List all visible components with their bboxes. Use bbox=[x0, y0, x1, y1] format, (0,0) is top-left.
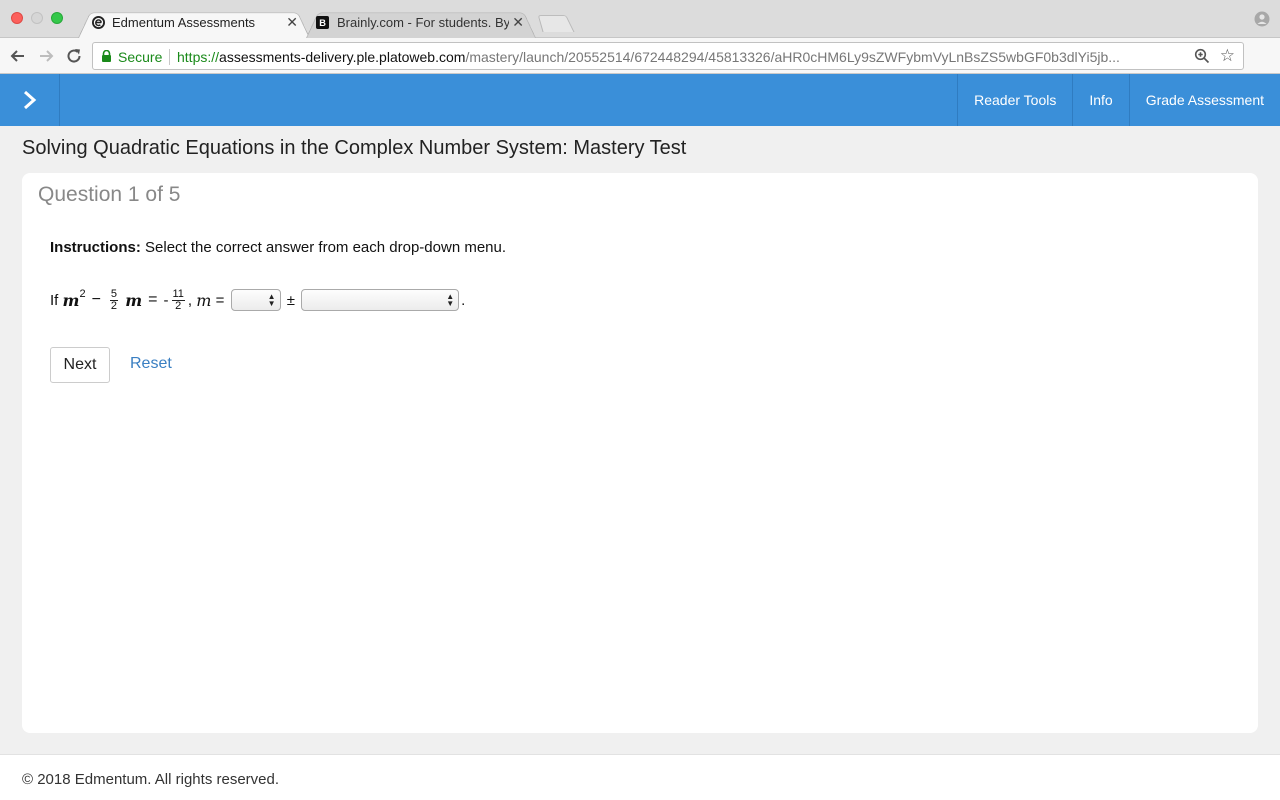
equation-variable: m bbox=[125, 290, 143, 310]
tab-close-icon[interactable]: ✕ bbox=[286, 14, 298, 31]
instructions: Instructions: Select the correct answer … bbox=[50, 239, 506, 256]
reset-link[interactable]: Reset bbox=[130, 355, 172, 373]
reader-tools-link[interactable]: Reader Tools bbox=[957, 74, 1072, 126]
secure-label: Secure bbox=[118, 49, 163, 65]
equation-variable: m bbox=[62, 290, 80, 310]
instructions-label: Instructions: bbox=[50, 239, 141, 256]
next-button[interactable]: Next bbox=[50, 347, 110, 383]
question-equation: If m2 − 5 2 m = - 11 2 , m = ▲ ▼ ± ▲ ▼ . bbox=[50, 285, 465, 315]
nav-toggle-button[interactable] bbox=[0, 74, 60, 126]
tab-close-icon[interactable]: ✕ bbox=[512, 14, 524, 31]
window-maximize-button[interactable] bbox=[51, 12, 63, 24]
equation-minus: − bbox=[91, 291, 101, 308]
app-nav: Reader Tools Info Grade Assessment bbox=[957, 74, 1280, 126]
tab-title: Edmentum Assessments bbox=[112, 15, 256, 30]
equation-equals: = bbox=[215, 291, 225, 309]
svg-text:B: B bbox=[319, 18, 326, 28]
tab-title: Brainly.com - For students. By bbox=[337, 15, 509, 30]
edmentum-favicon-icon bbox=[92, 16, 105, 29]
profile-icon[interactable] bbox=[1254, 11, 1270, 27]
answer-dropdown-2[interactable]: ▲ ▼ bbox=[301, 289, 460, 311]
reload-icon[interactable] bbox=[64, 46, 84, 66]
equation-period: . bbox=[461, 291, 466, 309]
window-minimize-button[interactable] bbox=[31, 12, 43, 24]
instructions-text: Select the correct answer from each drop… bbox=[145, 239, 507, 256]
question-card: Question 1 of 5 Instructions: Select the… bbox=[22, 173, 1258, 733]
grade-assessment-link[interactable]: Grade Assessment bbox=[1128, 74, 1280, 126]
answer-dropdown-1[interactable]: ▲ ▼ bbox=[230, 289, 281, 311]
copyright-text: © 2018 Edmentum. All rights reserved. bbox=[22, 771, 280, 788]
fraction-five-halves: 5 2 bbox=[109, 287, 119, 312]
page-title: Solving Quadratic Equations in the Compl… bbox=[22, 137, 687, 159]
bookmark-star-icon[interactable]: ☆ bbox=[1220, 47, 1235, 65]
chevron-right-icon bbox=[23, 90, 36, 110]
address-bar[interactable]: Secure https://assessments-delivery.ple.… bbox=[92, 42, 1244, 70]
tab-brainly[interactable]: B Brainly.com - For students. By ✕ bbox=[306, 8, 536, 38]
browser-toolbar: Secure https://assessments-delivery.ple.… bbox=[0, 38, 1280, 102]
lock-icon bbox=[102, 50, 111, 62]
equation-prefix: If bbox=[50, 291, 59, 309]
tab-edmentum[interactable]: Edmentum Assessments ✕ bbox=[78, 8, 310, 38]
info-link[interactable]: Info bbox=[1072, 74, 1128, 126]
equation-variable: m bbox=[196, 290, 212, 310]
back-arrow-icon[interactable] bbox=[8, 46, 28, 66]
window-close-button[interactable] bbox=[11, 12, 23, 24]
fraction-eleven-halves: 11 2 bbox=[171, 287, 185, 312]
dropdown-arrows-icon: ▲ ▼ bbox=[267, 292, 276, 308]
address-separator bbox=[169, 49, 170, 65]
dropdown-arrows-icon: ▲ ▼ bbox=[446, 292, 455, 308]
new-tab-button[interactable] bbox=[537, 14, 575, 33]
equation-exponent: 2 bbox=[79, 288, 86, 300]
equation-plus-minus: ± bbox=[286, 291, 295, 309]
equation-comma: , bbox=[187, 291, 193, 309]
browser-tab-strip: Edmentum Assessments ✕ B Brainly.com - F… bbox=[0, 0, 1280, 38]
question-header: Question 1 of 5 bbox=[38, 183, 181, 206]
equation-equals: = bbox=[148, 291, 158, 308]
brainly-favicon-icon: B bbox=[316, 16, 329, 29]
url-text[interactable]: https://assessments-delivery.ple.platowe… bbox=[177, 49, 1182, 65]
zoom-icon[interactable] bbox=[1194, 48, 1210, 64]
footer: © 2018 Edmentum. All rights reserved. bbox=[0, 754, 1280, 800]
app-header: Reader Tools Info Grade Assessment bbox=[0, 74, 1280, 126]
forward-arrow-icon[interactable] bbox=[36, 46, 56, 66]
equation-negative: - bbox=[163, 291, 169, 309]
